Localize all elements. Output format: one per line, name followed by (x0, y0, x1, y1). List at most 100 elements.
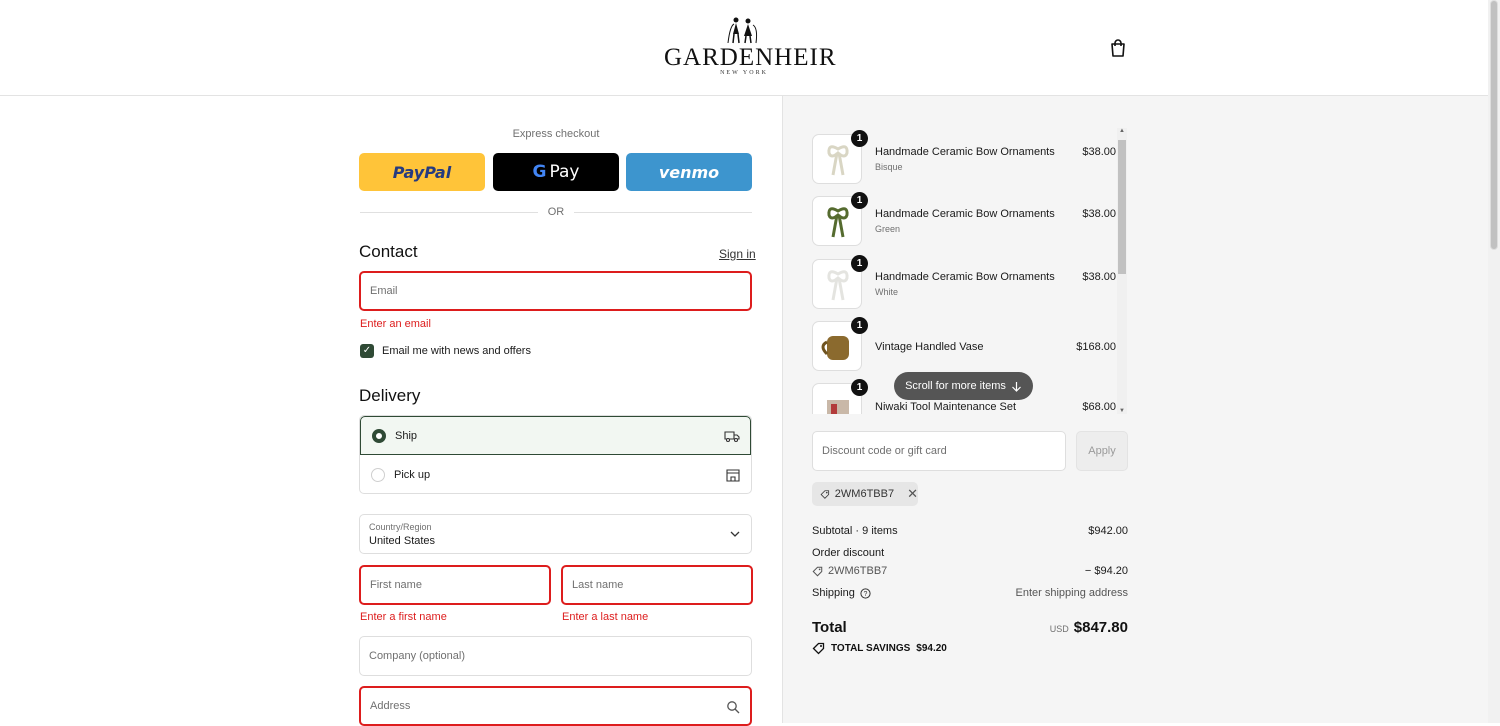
item-variant: White (875, 287, 899, 297)
applied-discount-chip: 2WM6TBB7 ✕ (812, 482, 918, 506)
item-name: Niwaki Tool Maintenance Set (875, 401, 1017, 413)
subtotal-value: $942.00 (1088, 525, 1128, 537)
header: GARDENHEIR NEW YORK (0, 0, 1488, 96)
truck-icon (724, 430, 740, 442)
item-price: $38.00 (1082, 208, 1116, 220)
cart-items-scrollbar-thumb[interactable] (1118, 140, 1126, 274)
item-name: Handmade Ceramic Bow Ornaments (875, 146, 1055, 158)
company-placeholder: Company (optional) (369, 650, 465, 662)
quantity-badge: 1 (851, 192, 868, 209)
first-name-field[interactable]: First name (359, 565, 551, 605)
cart-item: 1 Handmade Ceramic Bow Ornaments White $… (812, 255, 1116, 309)
order-discount-code: 2WM6TBB7 (812, 565, 887, 577)
quantity-badge: 1 (851, 130, 868, 147)
scroll-up-arrow-icon[interactable]: ▲ (1117, 128, 1127, 134)
brand-logo[interactable]: GARDENHEIR NEW YORK (664, 16, 837, 80)
savings-label: TOTAL SAVINGS (831, 643, 911, 654)
company-field[interactable]: Company (optional) (359, 636, 752, 676)
email-field[interactable]: Email (359, 271, 752, 311)
item-price: $68.00 (1082, 401, 1116, 413)
first-name-placeholder: First name (370, 579, 422, 591)
help-circle-icon[interactable]: ? (860, 587, 871, 599)
discount-code-input[interactable]: Discount code or gift card (812, 431, 1066, 471)
news-checkbox[interactable]: ✓ (360, 344, 374, 358)
venmo-button[interactable]: venmo (626, 153, 752, 191)
address-field[interactable]: Address (359, 686, 752, 726)
express-checkout-label: Express checkout (512, 128, 600, 140)
remove-discount-icon[interactable]: ✕ (907, 486, 918, 502)
news-checkbox-label: Email me with news and offers (382, 345, 531, 357)
scroll-hint-label: Scroll for more items (905, 380, 1006, 392)
savings-value: $94.20 (916, 643, 947, 654)
tag-icon (820, 489, 830, 499)
item-name: Handmade Ceramic Bow Ornaments (875, 208, 1055, 220)
google-g-icon: G (532, 162, 547, 182)
discount-code: 2WM6TBB7 (834, 488, 895, 500)
google-pay-button[interactable]: G Pay (493, 153, 619, 191)
cart-items-scrollbar[interactable]: ▲ ▼ (1117, 128, 1127, 414)
contact-heading: Contact (359, 242, 418, 261)
shipping-label-row: Shipping ? (812, 587, 871, 599)
country-label: Country/Region (369, 522, 432, 532)
order-discount-value: − $94.20 (1084, 565, 1128, 577)
scroll-for-more-button[interactable]: Scroll for more items (894, 372, 1033, 400)
delivery-heading: Delivery (359, 386, 421, 405)
country-select[interactable]: Country/Region United States (359, 514, 752, 554)
pickup-radio[interactable] (371, 467, 385, 482)
item-price: $38.00 (1082, 271, 1116, 283)
brand-name: GARDENHEIR (664, 44, 837, 71)
total-value: $847.80 (1073, 619, 1128, 636)
email-error: Enter an email (360, 318, 431, 330)
delivery-method-group: Ship Pick up (359, 415, 752, 494)
last-name-error: Enter a last name (562, 611, 649, 623)
shipping-label: Shipping (812, 587, 855, 599)
total-savings: TOTAL SAVINGS $94.20 (812, 642, 947, 655)
currency-code: USD (1049, 624, 1069, 634)
country-value: United States (369, 535, 436, 547)
scroll-down-arrow-icon[interactable]: ▼ (1117, 408, 1127, 414)
item-variant: Bisque (875, 162, 903, 172)
item-price: $168.00 (1076, 341, 1116, 353)
email-placeholder: Email (370, 285, 398, 297)
total-amount: USD $847.80 (1050, 619, 1128, 636)
order-discount-code-text: 2WM6TBB7 (828, 565, 888, 577)
item-price: $38.00 (1082, 146, 1116, 158)
apply-label: Apply (1088, 445, 1116, 457)
page-scrollbar-thumb[interactable] (1490, 0, 1498, 250)
divider-right (574, 212, 752, 213)
google-pay-label: Pay (549, 162, 580, 182)
cart-item: 1 Handmade Ceramic Bow Ornaments Green $… (812, 192, 1116, 246)
shipping-value: Enter shipping address (1015, 587, 1128, 599)
last-name-field[interactable]: Last name (561, 565, 753, 605)
item-name: Handmade Ceramic Bow Ornaments (875, 271, 1055, 283)
first-name-error: Enter a first name (360, 611, 447, 623)
or-divider-text: OR (547, 206, 565, 218)
total-label: Total (812, 619, 847, 636)
ship-radio[interactable] (372, 428, 386, 443)
discount-placeholder: Discount code or gift card (822, 445, 947, 457)
chevron-down-icon (730, 531, 740, 537)
pickup-option[interactable]: Pick up (360, 455, 751, 493)
sign-in-link[interactable]: Sign in (719, 247, 756, 261)
last-name-placeholder: Last name (572, 579, 624, 591)
item-variant: Green (875, 224, 901, 234)
shopping-bag-icon[interactable] (1108, 38, 1128, 58)
divider-left (360, 212, 538, 213)
apply-discount-button[interactable]: Apply (1076, 431, 1128, 471)
subtotal-label: Subtotal · 9 items (812, 525, 898, 537)
quantity-badge: 1 (851, 255, 868, 272)
venmo-logo: venmo (658, 162, 720, 182)
ship-label: Ship (395, 429, 418, 442)
cart-item: 1 Vintage Handled Vase $168.00 (812, 317, 1116, 371)
address-placeholder: Address (370, 700, 411, 712)
page-scrollbar[interactable] (1488, 0, 1500, 723)
order-discount-label: Order discount (812, 547, 885, 559)
paypal-button[interactable]: PayPal (359, 153, 485, 191)
tag-icon (812, 566, 823, 576)
arrow-down-icon (1011, 381, 1021, 392)
ship-option[interactable]: Ship (360, 416, 751, 455)
brand-city: NEW YORK (720, 70, 768, 76)
quantity-badge: 1 (851, 317, 868, 334)
quantity-badge: 1 (851, 379, 868, 396)
svg-text:?: ? (863, 591, 867, 598)
